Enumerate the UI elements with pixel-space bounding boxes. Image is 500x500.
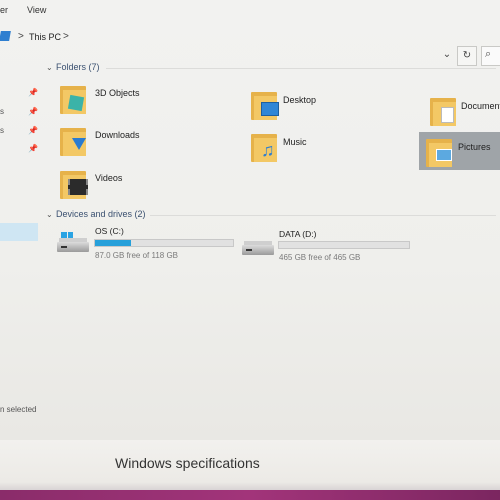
drives-group-header[interactable]: ⌄ Devices and drives (2) <box>46 209 146 219</box>
drives-group-title: Devices and drives (2) <box>56 209 146 219</box>
pin-icon[interactable]: 📌 <box>28 88 38 97</box>
breadcrumb-this-pc[interactable]: This PC <box>29 32 61 42</box>
folder-label: Pictures <box>458 142 491 152</box>
screen-edge-strip <box>0 490 500 500</box>
file-explorer-window: er View > This PC > ⌄ ↻ ⌕ 📌 📌 📌 📌 s s ⌄ F… <box>0 0 500 440</box>
pin-icon[interactable]: 📌 <box>28 107 38 116</box>
ribbon-tab-view[interactable]: View <box>27 5 46 15</box>
refresh-icon[interactable]: ↻ <box>457 46 477 66</box>
3d-objects-folder-icon <box>60 82 86 114</box>
ribbon-tab-partial[interactable]: er <box>0 5 8 15</box>
status-bar-text: n selected <box>0 405 37 414</box>
search-icon: ⌕ <box>485 48 492 60</box>
folder-label: Downloads <box>95 130 140 140</box>
drive-usage-bar <box>278 241 410 249</box>
address-box[interactable]: > This PC > <box>0 26 420 46</box>
breadcrumb-separator[interactable]: > <box>18 31 24 42</box>
music-folder-icon: ♫ <box>251 130 277 162</box>
nav-item-selected[interactable] <box>0 223 38 241</box>
ribbon-tabs: er View <box>0 0 500 20</box>
address-dropdown-icon[interactable]: ⌄ <box>438 46 456 64</box>
videos-folder-icon <box>60 167 88 199</box>
divider <box>150 215 496 216</box>
desktop-folder-icon <box>251 88 279 120</box>
pictures-folder-icon <box>426 135 452 167</box>
breadcrumb-separator[interactable]: > <box>63 31 69 42</box>
drive-label: OS (C:) <box>95 226 124 236</box>
navigation-pane: 📌 📌 📌 📌 s s <box>0 60 40 420</box>
drive-label: DATA (D:) <box>279 229 317 239</box>
folders-group-header[interactable]: ⌄ Folders (7) <box>46 62 100 72</box>
folder-label: Documents <box>461 101 500 111</box>
pin-icon[interactable]: 📌 <box>28 126 38 135</box>
documents-folder-icon <box>430 94 456 126</box>
nav-item-partial[interactable]: s <box>0 126 4 135</box>
folders-group-title: Folders (7) <box>56 62 100 72</box>
downloads-folder-icon <box>60 124 86 156</box>
drive-usage-fill <box>95 240 131 246</box>
windows-specifications-caption: Windows specifications <box>115 455 260 471</box>
folder-label: Desktop <box>283 95 317 105</box>
folder-label: 3D Objects <box>95 88 140 98</box>
drive-free-space: 465 GB free of 465 GB <box>279 253 361 262</box>
chevron-down-icon: ⌄ <box>46 210 53 219</box>
nav-item-partial[interactable]: s <box>0 107 4 116</box>
pin-icon[interactable]: 📌 <box>28 144 38 153</box>
drive-usage-bar <box>94 239 234 247</box>
hard-drive-icon <box>242 235 274 257</box>
chevron-down-icon: ⌄ <box>46 63 53 72</box>
search-input[interactable]: ⌕ <box>481 46 500 66</box>
folder-label: Videos <box>95 173 123 183</box>
folder-label: Music <box>283 137 307 147</box>
this-pc-icon <box>0 31 11 41</box>
divider <box>106 68 496 69</box>
address-bar: > This PC > <box>0 24 500 48</box>
windows-drive-icon <box>57 232 89 254</box>
drive-free-space: 87.0 GB free of 118 GB <box>95 251 179 260</box>
